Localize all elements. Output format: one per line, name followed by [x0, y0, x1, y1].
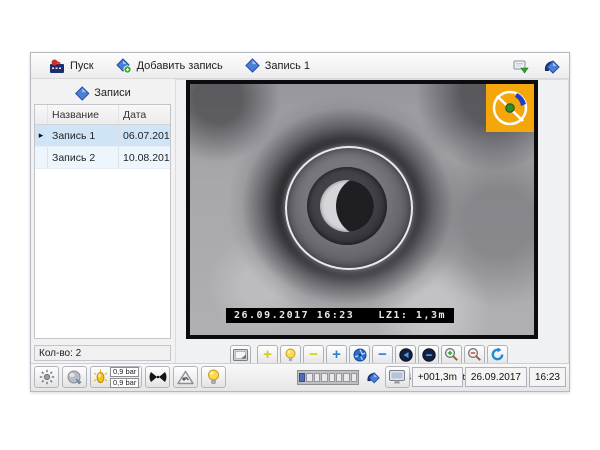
export-button[interactable] — [509, 56, 533, 76]
zoom-out-icon — [467, 347, 482, 362]
top-toolbar-right — [509, 56, 563, 76]
records-count-bar: Кол-во: 2 — [34, 345, 171, 361]
zoom-in-icon — [444, 347, 459, 362]
video-record-button[interactable] — [539, 56, 563, 76]
camera-feed: 26.09.2017 16:23 LZ1: 1,3m — [190, 84, 534, 335]
app-logo-icon — [49, 58, 65, 74]
video-osd-overlay: 26.09.2017 16:23 LZ1: 1,3m — [226, 308, 454, 323]
status-right-group: +001,3m 26.09.2017 16:23 — [385, 366, 566, 388]
aperture-icon — [353, 348, 367, 362]
zoom-out-button[interactable] — [464, 345, 485, 365]
record-date-cell: 10.08.2017 — [119, 147, 170, 168]
brightness-icon — [39, 369, 55, 385]
table-row[interactable]: Запись 1 06.07.2017 — [35, 125, 170, 147]
minus-yellow-icon: − — [309, 347, 318, 362]
lamp-icon — [284, 348, 297, 362]
record-name-cell: Запись 2 — [48, 147, 119, 168]
aperture-button[interactable] — [349, 345, 370, 365]
diamond-add-icon — [116, 58, 132, 74]
plus-yellow-icon: + — [263, 347, 272, 362]
plus-blue-icon: + — [332, 347, 341, 362]
screen: Пуск Добавить запись — [0, 0, 600, 450]
records-header-label: Записи — [94, 87, 131, 99]
brightness-button[interactable] — [34, 366, 59, 388]
reset-view-icon — [490, 347, 505, 362]
records-header-button[interactable]: Записи — [64, 83, 141, 103]
reset-view-button[interactable] — [487, 345, 508, 365]
diamond-icon — [74, 86, 89, 101]
sonde-lamp-icon — [93, 369, 108, 386]
rotate-left-button[interactable] — [395, 345, 416, 365]
pressure-bottom-value: 0,9 bar — [110, 378, 139, 388]
snapshot-button[interactable] — [230, 345, 251, 365]
camera-toolbar: + − + — [230, 344, 508, 365]
iris-increase-button[interactable]: + — [326, 345, 347, 365]
column-header-date[interactable]: Дата — [119, 105, 170, 124]
app-window: Пуск Добавить запись — [30, 52, 570, 392]
row-selector-gutter — [35, 147, 48, 168]
iris-decrease-button[interactable]: − — [372, 345, 393, 365]
minus-blue-icon: − — [378, 347, 387, 362]
start-button[interactable]: Пуск — [43, 56, 100, 76]
record-1-button-label: Запись 1 — [265, 60, 310, 72]
snapshot-icon — [233, 349, 248, 361]
time-readout: 16:23 — [529, 367, 566, 387]
export-icon — [512, 58, 530, 74]
records-sidebar: Записи Название Дата Запись 1 06.07.2017… — [34, 81, 171, 363]
diamond-icon — [365, 370, 380, 384]
warning-icon — [177, 370, 194, 385]
add-record-button-label: Добавить запись — [137, 60, 223, 72]
locator-icon — [149, 370, 167, 384]
osd-distance: LZ1: 1,3m — [378, 310, 446, 321]
pipe-hole — [320, 180, 374, 232]
sonde-pressure-control[interactable]: 0,9 bar 0,9 bar — [90, 366, 142, 388]
orientation-badge-icon — [486, 84, 534, 132]
status-left-group: 0,9 bar 0,9 bar — [34, 366, 226, 388]
video-frame: 26.09.2017 16:23 LZ1: 1,3m — [186, 80, 538, 339]
camera-head-button[interactable] — [62, 366, 87, 388]
pressure-readouts: 0,9 bar 0,9 bar — [110, 367, 139, 388]
light-decrease-button[interactable]: − — [303, 345, 324, 365]
locator-button[interactable] — [145, 366, 170, 388]
record-date-cell: 06.07.2017 — [119, 125, 170, 146]
filmstrip-icon — [297, 370, 359, 385]
start-button-label: Пуск — [70, 60, 94, 72]
osd-datetime: 26.09.2017 16:23 — [234, 310, 354, 321]
camera-head-icon — [66, 369, 83, 385]
date-readout: 26.09.2017 — [465, 367, 527, 387]
status-bar: 0,9 bar 0,9 bar — [31, 363, 569, 391]
monitor-icon — [388, 369, 406, 385]
lamp-button[interactable] — [280, 345, 301, 365]
light-increase-button[interactable]: + — [257, 345, 278, 365]
warning-button[interactable] — [173, 366, 198, 388]
records-count-label: Кол-во: 2 — [39, 348, 81, 359]
video-diamond-icon — [542, 58, 560, 74]
rotate-stop-button[interactable] — [418, 345, 439, 365]
records-table: Название Дата Запись 1 06.07.2017 Запись… — [34, 104, 171, 339]
distance-readout: +001,3m — [412, 367, 463, 387]
records-table-header: Название Дата — [35, 105, 170, 125]
top-toolbar: Пуск Добавить запись — [31, 53, 569, 79]
record-1-button[interactable]: Запись 1 — [239, 56, 316, 75]
bulb-button[interactable] — [201, 366, 226, 388]
record-name-cell: Запись 1 — [48, 125, 119, 146]
row-selector-marker — [35, 125, 48, 146]
monitor-button[interactable] — [385, 366, 410, 388]
add-record-button[interactable]: Добавить запись — [110, 56, 229, 76]
zoom-in-button[interactable] — [441, 345, 462, 365]
row-selector-gutter — [35, 105, 48, 124]
diamond-icon — [245, 58, 260, 73]
circle-arrow-left-icon — [399, 348, 413, 362]
pressure-top-value: 0,9 bar — [110, 367, 139, 377]
column-header-name[interactable]: Название — [48, 105, 119, 124]
circle-dash-icon — [422, 348, 436, 362]
table-row[interactable]: Запись 2 10.08.2017 — [35, 147, 170, 169]
bulb-icon — [207, 369, 220, 385]
